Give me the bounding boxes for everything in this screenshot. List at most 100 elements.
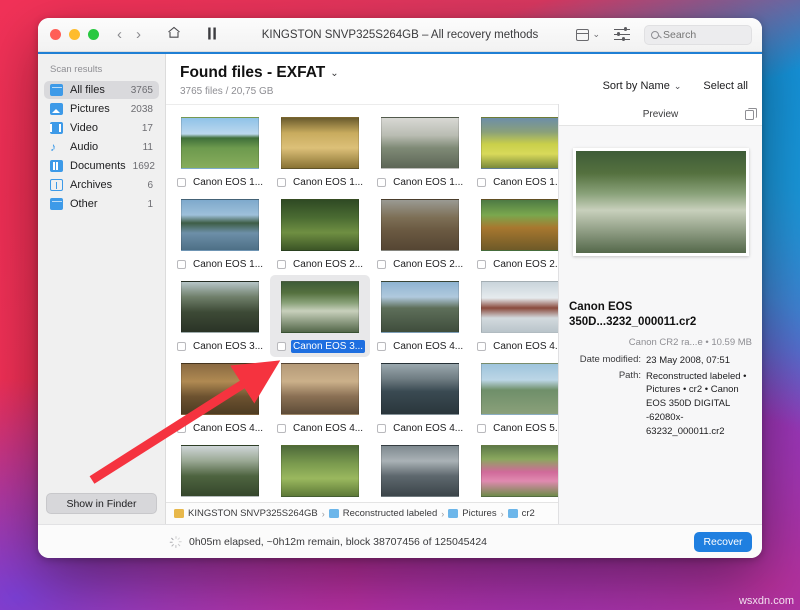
file-label: Canon EOS 4... <box>391 422 465 435</box>
breadcrumb: KINGSTON SNVP325S264GB›Reconstructed lab… <box>166 502 558 524</box>
file-checkbox[interactable] <box>477 178 486 187</box>
sidebar-item-documents[interactable]: Documents1692 <box>44 157 159 175</box>
file-thumbnail[interactable] <box>481 199 558 251</box>
sidebar-item-count: 2038 <box>131 104 153 115</box>
file-thumbnail[interactable] <box>281 281 359 333</box>
view-mode-button[interactable]: ⌄ <box>576 29 600 41</box>
file-label: Canon EOS 1... <box>491 176 558 189</box>
file-checkbox[interactable] <box>277 342 286 351</box>
file-thumbnail[interactable] <box>181 445 259 497</box>
file-checkbox[interactable] <box>177 260 186 269</box>
file-label: Canon EOS 4... <box>391 340 465 353</box>
file-cell[interactable]: Canon EOS 2... <box>470 193 558 275</box>
file-checkbox[interactable] <box>177 178 186 187</box>
file-caption: Canon EOS 1... <box>275 176 365 189</box>
sidebar-item-other[interactable]: Other1 <box>44 195 159 213</box>
file-checkbox[interactable] <box>377 178 386 187</box>
file-cell[interactable]: Canon EOS 3... <box>170 275 270 357</box>
file-checkbox[interactable] <box>177 424 186 433</box>
breadcrumb-item[interactable]: cr2 <box>522 508 535 519</box>
file-thumbnail[interactable] <box>381 445 459 497</box>
file-thumbnail[interactable] <box>481 281 558 333</box>
file-label: Canon EOS 3... <box>191 340 265 353</box>
file-cell[interactable]: Canon EOS 4... <box>170 357 270 439</box>
file-thumbnail[interactable] <box>381 363 459 415</box>
file-thumbnail[interactable] <box>181 117 259 169</box>
file-cell[interactable]: Canon EOS 5... <box>470 357 558 439</box>
back-chevron-icon[interactable]: ‹ <box>117 27 122 42</box>
sidebar-item-video[interactable]: Video17 <box>44 119 159 137</box>
file-cell[interactable]: Canon EOS 4... <box>370 275 470 357</box>
sidebar-item-archives[interactable]: Archives6 <box>44 176 159 194</box>
toolbar-right: ⌄ <box>576 25 752 45</box>
file-cell[interactable]: Canon EOS 1... <box>370 111 470 193</box>
file-checkbox[interactable] <box>477 424 486 433</box>
search-field[interactable] <box>644 25 752 45</box>
file-cell[interactable]: Canon EOS 1... <box>470 111 558 193</box>
file-cell[interactable]: Canon EOS 1... <box>270 111 370 193</box>
pause-icon[interactable] <box>207 27 217 43</box>
file-thumbnail[interactable] <box>281 199 359 251</box>
file-thumbnail[interactable] <box>381 281 459 333</box>
file-thumbnail[interactable] <box>181 199 259 251</box>
file-checkbox[interactable] <box>377 424 386 433</box>
select-all-button[interactable]: Select all <box>703 80 748 92</box>
sort-by-button[interactable]: Sort by Name ⌄ <box>603 80 682 92</box>
file-cell[interactable] <box>270 439 370 501</box>
file-thumbnail[interactable] <box>281 363 359 415</box>
show-in-finder-button[interactable]: Show in Finder <box>46 493 157 514</box>
file-thumbnail[interactable] <box>281 117 359 169</box>
recover-button[interactable]: Recover <box>694 532 752 552</box>
breadcrumb-item[interactable]: Pictures <box>462 508 496 519</box>
file-thumbnail[interactable] <box>481 117 558 169</box>
file-cell[interactable] <box>470 439 558 501</box>
page-title[interactable]: Found files - EXFAT ⌄ <box>180 64 603 82</box>
breadcrumb-item[interactable]: Reconstructed labeled <box>343 508 438 519</box>
folder-icon <box>50 198 63 210</box>
file-grid-container[interactable]: Canon EOS 1... Canon EOS 1... Canon EOS 1.… <box>166 104 558 524</box>
file-cell[interactable] <box>170 439 270 501</box>
sidebar-item-pictures[interactable]: Pictures2038 <box>44 100 159 118</box>
zoom-button[interactable] <box>88 29 99 40</box>
video-icon <box>50 122 63 134</box>
sliders-icon[interactable] <box>614 28 630 41</box>
file-thumbnail[interactable] <box>281 445 359 497</box>
file-cell[interactable]: Canon EOS 2... <box>270 193 370 275</box>
main-content: Canon EOS 1... Canon EOS 1... Canon EOS 1.… <box>166 104 762 524</box>
file-checkbox[interactable] <box>177 342 186 351</box>
file-thumbnail[interactable] <box>481 363 558 415</box>
file-checkbox[interactable] <box>477 342 486 351</box>
file-cell[interactable]: Canon EOS 4... <box>270 357 370 439</box>
file-label: Canon EOS 1... <box>291 176 365 189</box>
home-icon[interactable] <box>167 26 181 44</box>
minimize-button[interactable] <box>69 29 80 40</box>
file-thumbnail[interactable] <box>481 445 558 497</box>
file-checkbox[interactable] <box>377 260 386 269</box>
file-checkbox[interactable] <box>277 178 286 187</box>
file-cell[interactable]: Canon EOS 1... <box>170 193 270 275</box>
file-cell[interactable]: Canon EOS 2... <box>370 193 470 275</box>
sidebar-item-audio[interactable]: ♪Audio11 <box>44 138 159 156</box>
file-cell[interactable]: Canon EOS 3... <box>270 275 370 357</box>
forward-chevron-icon[interactable]: › <box>136 27 141 42</box>
file-cell[interactable]: Canon EOS 4... <box>470 275 558 357</box>
file-cell[interactable] <box>370 439 470 501</box>
file-checkbox[interactable] <box>377 342 386 351</box>
file-thumbnail[interactable] <box>381 117 459 169</box>
close-button[interactable] <box>50 29 61 40</box>
search-input[interactable] <box>663 29 745 41</box>
file-checkbox[interactable] <box>477 260 486 269</box>
breadcrumb-item[interactable]: KINGSTON SNVP325S264GB <box>188 508 318 519</box>
sidebar-item-all-files[interactable]: All files3765 <box>44 81 159 99</box>
preview-detail-row: Path:Reconstructed labeled • Pictures • … <box>567 370 752 439</box>
file-checkbox[interactable] <box>277 260 286 269</box>
copy-icon[interactable] <box>745 110 754 120</box>
preview-image <box>573 148 749 256</box>
file-thumbnail[interactable] <box>181 363 259 415</box>
file-thumbnail[interactable] <box>381 199 459 251</box>
file-checkbox[interactable] <box>277 424 286 433</box>
file-cell[interactable]: Canon EOS 4... <box>370 357 470 439</box>
file-caption: Canon EOS 1... <box>175 176 265 189</box>
file-thumbnail[interactable] <box>181 281 259 333</box>
file-cell[interactable]: Canon EOS 1... <box>170 111 270 193</box>
